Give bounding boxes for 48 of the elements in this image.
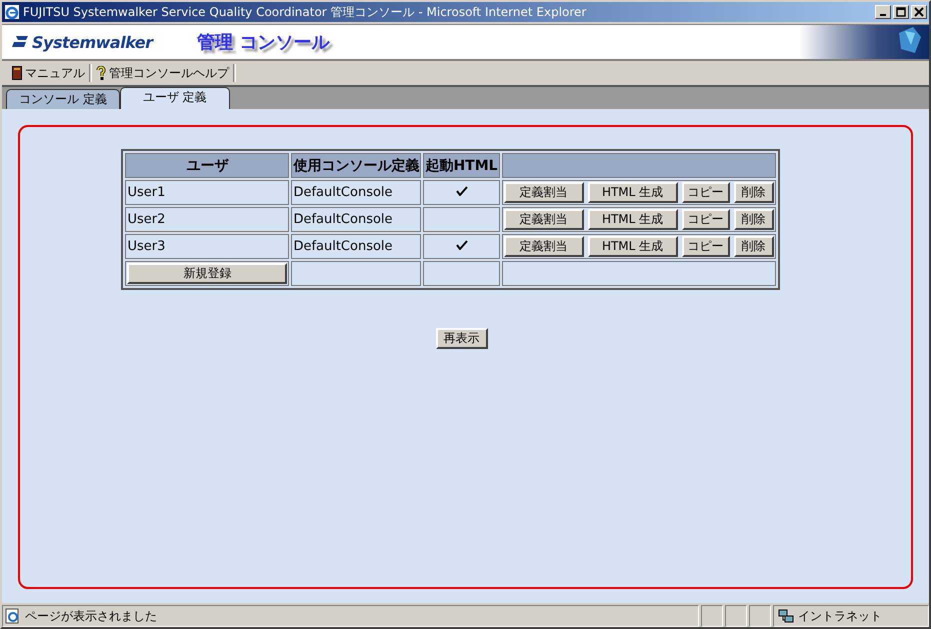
page-heading: 管理 コンソール	[197, 31, 331, 54]
action-button[interactable]: HTML 生成	[588, 209, 678, 230]
minimize-icon	[880, 14, 886, 16]
browser-icon	[4, 4, 20, 20]
status-text: ページが表示されました	[25, 608, 157, 624]
close-button[interactable]	[911, 5, 927, 19]
check-icon	[456, 240, 468, 250]
question-mark-icon	[96, 66, 106, 80]
close-icon	[914, 7, 924, 17]
action-button[interactable]: コピー	[682, 236, 730, 257]
check-icon	[456, 186, 468, 196]
zone-text: イントラネット	[798, 608, 882, 624]
logo: Systemwalker	[32, 32, 153, 52]
status-pane	[725, 605, 747, 627]
action-button[interactable]: 削除	[734, 182, 774, 203]
action-button[interactable]: 削除	[734, 209, 774, 230]
column-header: 使用コンソール定義	[291, 153, 422, 178]
action-button[interactable]: 削除	[734, 236, 774, 257]
tab[interactable]: コンソール 定義	[6, 89, 120, 109]
column-header: ユーザ	[125, 153, 290, 178]
window-title: FUJITSU Systemwalker Service Quality Coordinator 管理コンソール - Microsoft Internet Explorer	[23, 4, 588, 20]
action-button[interactable]: コピー	[682, 182, 730, 203]
action-button[interactable]: コピー	[682, 209, 730, 230]
page-icon	[5, 608, 21, 624]
table-cell: DefaultConsole	[291, 180, 422, 205]
action-button[interactable]: 定義割当	[504, 209, 584, 230]
column-header: 起動HTML	[423, 153, 500, 178]
table-cell: DefaultConsole	[291, 207, 422, 232]
intranet-icon	[778, 608, 794, 624]
maximize-button[interactable]	[893, 5, 909, 19]
new-button[interactable]: 新規登録	[127, 263, 288, 284]
tab[interactable]: ユーザ 定義	[120, 87, 230, 109]
book-icon	[12, 66, 22, 80]
minimize-button[interactable]	[875, 5, 891, 19]
table-cell: User1	[125, 180, 290, 205]
refresh-button[interactable]: 再表示	[436, 328, 488, 349]
action-button[interactable]: HTML 生成	[588, 236, 678, 257]
toolbar-link[interactable]: マニュアル	[8, 64, 89, 82]
maximize-icon	[896, 7, 906, 17]
table-cell: DefaultConsole	[291, 234, 422, 259]
action-button[interactable]: 定義割当	[504, 236, 584, 257]
action-button[interactable]: 定義割当	[504, 182, 584, 203]
action-button[interactable]: HTML 生成	[588, 182, 678, 203]
table-cell: User3	[125, 234, 290, 259]
status-pane	[749, 605, 771, 627]
toolbar-link[interactable]: 管理コンソールヘルプ	[92, 64, 233, 82]
status-pane	[701, 605, 723, 627]
table-cell: User2	[125, 207, 290, 232]
